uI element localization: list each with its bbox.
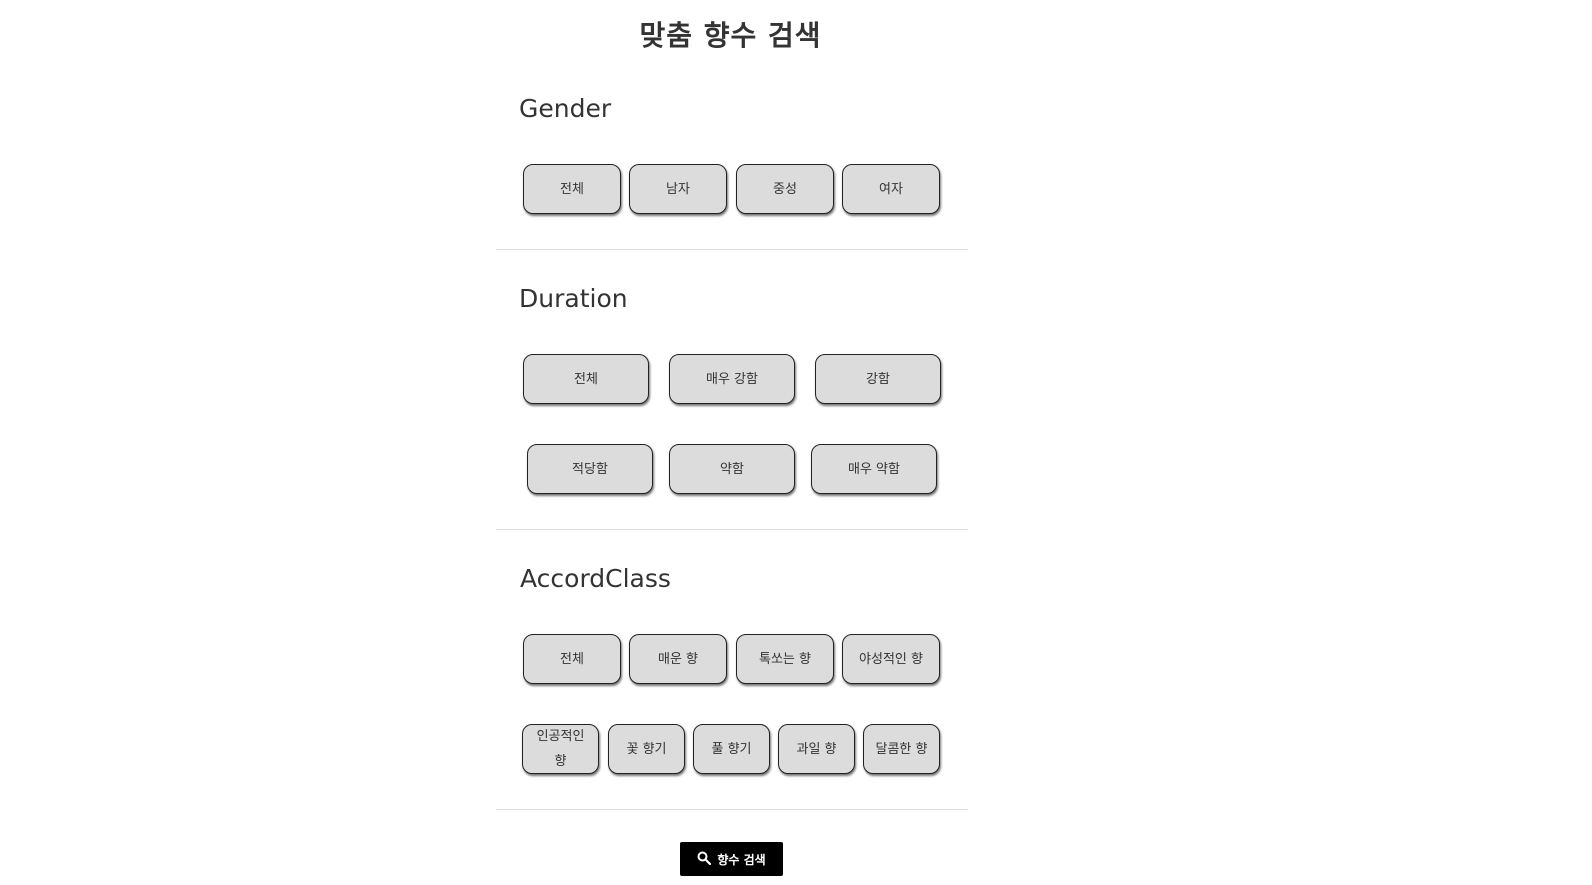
search-button-label: 향수 검색 bbox=[717, 852, 766, 867]
duration-option-weak[interactable]: 약함 bbox=[669, 444, 795, 494]
search-button[interactable]: 향수 검색 bbox=[680, 842, 783, 876]
accord-option-all[interactable]: 전체 bbox=[523, 634, 621, 684]
accord-option-pungent[interactable]: 톡쏘는 향 bbox=[736, 634, 834, 684]
section-divider bbox=[496, 529, 968, 530]
gender-option-unisex[interactable]: 중성 bbox=[736, 164, 834, 214]
accord-option-floral[interactable]: 꽃 향기 bbox=[608, 724, 685, 774]
duration-option-strong[interactable]: 강함 bbox=[815, 354, 941, 404]
duration-option-very-strong[interactable]: 매우 강함 bbox=[669, 354, 795, 404]
accord-option-wild[interactable]: 야성적인 향 bbox=[842, 634, 940, 684]
search-icon bbox=[697, 851, 712, 868]
duration-option-all[interactable]: 전체 bbox=[523, 354, 649, 404]
accord-heading: AccordClass bbox=[520, 564, 671, 593]
accord-option-spicy[interactable]: 매운 향 bbox=[629, 634, 727, 684]
duration-heading: Duration bbox=[519, 284, 628, 313]
gender-option-female[interactable]: 여자 bbox=[842, 164, 940, 214]
accord-option-sweet[interactable]: 달콤한 향 bbox=[863, 724, 940, 774]
accord-option-green[interactable]: 풀 향기 bbox=[693, 724, 770, 774]
section-divider bbox=[496, 809, 968, 810]
gender-option-male[interactable]: 남자 bbox=[629, 164, 727, 214]
accord-option-fruity[interactable]: 과일 향 bbox=[778, 724, 855, 774]
accord-option-synthetic[interactable]: 인공적인 향 bbox=[522, 724, 599, 774]
duration-option-moderate[interactable]: 적당함 bbox=[527, 444, 653, 494]
section-divider bbox=[496, 249, 968, 250]
duration-option-very-weak[interactable]: 매우 약함 bbox=[811, 444, 937, 494]
gender-option-all[interactable]: 전체 bbox=[523, 164, 621, 214]
page-title: 맞춤 향수 검색 bbox=[639, 19, 822, 52]
gender-heading: Gender bbox=[519, 94, 612, 123]
